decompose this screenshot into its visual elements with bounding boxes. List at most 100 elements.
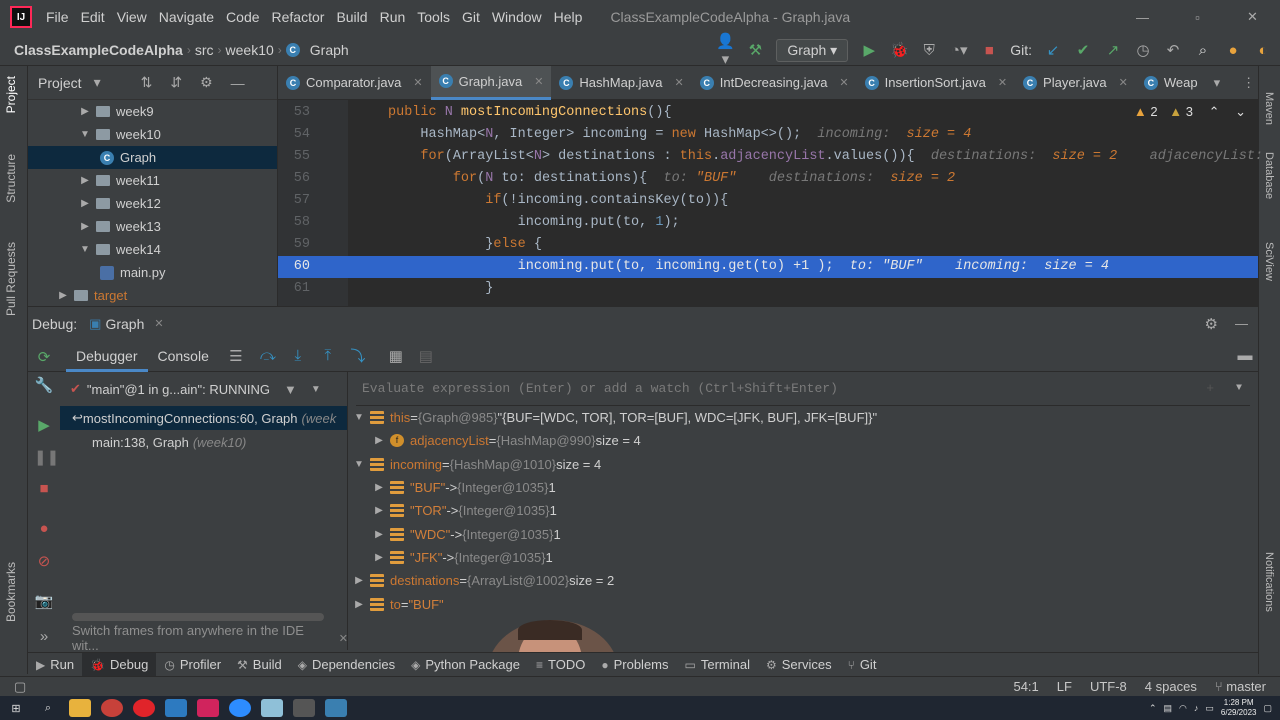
- gear-icon[interactable]: ⚙: [1205, 315, 1218, 333]
- tab-intdecreasing-java[interactable]: C IntDecreasing.java ✕: [692, 66, 857, 100]
- tree-item-week9[interactable]: ▶ week9: [28, 100, 277, 123]
- mute-breakpoints-icon[interactable]: ⊘: [34, 552, 54, 572]
- more-icon[interactable]: »: [34, 628, 54, 648]
- tool-tab-pull-requests[interactable]: Pull Requests: [4, 242, 18, 316]
- close-icon[interactable]: ✕: [675, 76, 684, 89]
- code-line[interactable]: 58 incoming.put(to, 1);: [278, 212, 1258, 234]
- layout-icon[interactable]: ▬: [1236, 347, 1254, 364]
- close-icon[interactable]: ✕: [1119, 76, 1128, 89]
- chevron-right-icon[interactable]: ▶: [368, 505, 390, 516]
- tab-hashmap-java[interactable]: C HashMap.java ✕: [551, 66, 691, 100]
- variable-row[interactable]: ▶ destinations = {ArrayList@1002} size = …: [348, 569, 1258, 592]
- previous-highlight-icon[interactable]: ⌃: [1209, 104, 1220, 119]
- tree-item-week10[interactable]: ▼ week10: [28, 123, 277, 146]
- menu-run[interactable]: Run: [374, 9, 412, 25]
- close-icon[interactable]: ✕: [839, 76, 848, 89]
- hammer-build-icon[interactable]: ⚒: [746, 41, 764, 59]
- tab-player-java[interactable]: C Player.java ✕: [1015, 66, 1136, 100]
- tab-graph-java[interactable]: C Graph.java ✕: [430, 65, 552, 100]
- breadcrumb-week10[interactable]: week10: [222, 42, 278, 58]
- add-watch-icon[interactable]: +: [1206, 381, 1214, 396]
- chevron-right-icon[interactable]: ▶: [368, 435, 390, 446]
- tree-item-week14[interactable]: ▼ week14: [28, 238, 277, 261]
- code-line[interactable]: 54 HashMap<N, Integer> incoming = new Ha…: [278, 124, 1258, 146]
- menu-navigate[interactable]: Navigate: [153, 9, 220, 25]
- chevron-right-icon[interactable]: ▶: [348, 575, 370, 586]
- tool-tab-database[interactable]: Database: [1263, 152, 1275, 199]
- show-execution-point-icon[interactable]: ⤼: [259, 347, 277, 364]
- chevron-right-icon[interactable]: ▶: [78, 175, 92, 186]
- tool-tab-terminal[interactable]: ▭ Terminal: [677, 653, 758, 677]
- expand-all-icon[interactable]: ⇅: [141, 74, 153, 91]
- git-commit-icon[interactable]: ✔: [1074, 41, 1092, 59]
- chevron-down-icon[interactable]: ▼: [78, 129, 92, 140]
- chevron-right-icon[interactable]: ▶: [348, 599, 370, 610]
- jetbrains-ai-icon[interactable]: ◐: [1254, 42, 1272, 59]
- tool-tab-project[interactable]: Project: [4, 76, 18, 113]
- close-icon[interactable]: ✕: [154, 317, 163, 330]
- resume-icon[interactable]: ▶: [34, 416, 54, 436]
- breadcrumb-src[interactable]: src: [191, 42, 218, 58]
- user-icon[interactable]: 👤▾: [716, 32, 735, 68]
- run-to-cursor-icon[interactable]: ⤵: [349, 345, 367, 366]
- filter-icon[interactable]: ▼: [284, 382, 297, 397]
- menu-refactor[interactable]: Refactor: [266, 9, 331, 25]
- tool-tab-dependencies[interactable]: ◈ Dependencies: [290, 653, 403, 677]
- tab-insertionsort-java[interactable]: C InsertionSort.java ✕: [857, 66, 1015, 100]
- layout-toggle-icon[interactable]: ▢: [14, 679, 26, 695]
- caret-position[interactable]: 54:1: [1013, 679, 1038, 694]
- tool-tab-sciview[interactable]: SciView: [1263, 242, 1275, 281]
- tool-tab-structure[interactable]: Structure: [4, 154, 18, 203]
- code-line[interactable]: 53 public N mostIncomingConnections(){: [278, 102, 1258, 124]
- menu-build[interactable]: Build: [330, 9, 373, 25]
- wifi-icon[interactable]: ◠: [1179, 703, 1187, 714]
- tool-tab-debug[interactable]: 🐞 Debug: [82, 652, 157, 677]
- volume-icon[interactable]: ♪: [1194, 703, 1199, 713]
- app-icon[interactable]: [293, 699, 315, 717]
- chevron-down-icon[interactable]: ▼: [348, 459, 370, 470]
- project-title[interactable]: Project: [38, 75, 82, 91]
- breadcrumb-project[interactable]: ClassExampleCodeAlpha: [10, 42, 187, 58]
- tool-tab-maven[interactable]: Maven: [1263, 92, 1275, 125]
- inspection-widget[interactable]: ▲ 2 ▲ 3 ⌃ ⌄: [1134, 104, 1246, 120]
- file-explorer-icon[interactable]: [69, 699, 91, 717]
- tree-item-week12[interactable]: ▶ week12: [28, 192, 277, 215]
- update-icon[interactable]: ●: [1224, 42, 1242, 59]
- camera-icon[interactable]: 📷: [34, 592, 54, 612]
- code-line[interactable]: 60 incoming.put(to, incoming.get(to) +1 …: [278, 256, 1258, 278]
- hide-icon[interactable]: —: [231, 75, 245, 91]
- chevron-right-icon[interactable]: ▶: [78, 106, 92, 117]
- profile-icon[interactable]: ◔▾: [950, 41, 968, 59]
- chevron-right-icon[interactable]: ▶: [368, 552, 390, 563]
- menu-edit[interactable]: Edit: [75, 9, 111, 25]
- step-out-icon[interactable]: ⤒: [319, 347, 337, 364]
- git-push-icon[interactable]: ↗: [1104, 41, 1122, 59]
- file-encoding[interactable]: UTF-8: [1090, 679, 1127, 694]
- close-icon[interactable]: ✕: [339, 632, 348, 645]
- chevron-down-icon[interactable]: ▼: [348, 412, 370, 423]
- frames-scrollbar[interactable]: [72, 613, 324, 621]
- tab-console[interactable]: Console: [148, 340, 219, 372]
- menu-view[interactable]: View: [111, 9, 153, 25]
- thread-selector[interactable]: ✔ "main"@1 in g...ain": RUNNING ▼ ▼: [60, 372, 347, 406]
- stack-frame[interactable]: main:138, Graph (week10): [60, 430, 347, 454]
- chrome-icon[interactable]: [101, 699, 123, 717]
- chevron-down-icon[interactable]: ▼: [311, 384, 321, 395]
- pause-icon[interactable]: ❚❚: [34, 448, 59, 468]
- menu-help[interactable]: Help: [548, 9, 589, 25]
- close-icon[interactable]: ✕: [534, 75, 543, 88]
- chevron-down-icon[interactable]: ▼: [78, 244, 92, 255]
- chevron-right-icon[interactable]: ▶: [368, 482, 390, 493]
- variable-row[interactable]: ▶ "TOR" -> {Integer@1035} 1: [348, 499, 1258, 522]
- close-icon[interactable]: ✕: [413, 76, 422, 89]
- menu-tools[interactable]: Tools: [411, 9, 456, 25]
- debug-icon[interactable]: 🐞: [890, 41, 909, 59]
- tool-tab-build[interactable]: ⚒ Build: [229, 653, 290, 677]
- tool-tab-notifications[interactable]: Notifications: [1263, 552, 1275, 612]
- debug-session-tab[interactable]: Graph: [105, 316, 144, 332]
- chevron-down-icon[interactable]: ▾: [94, 74, 101, 91]
- tab-list-chevron-icon[interactable]: ▾: [1214, 75, 1221, 91]
- trace-icon[interactable]: ▤: [417, 347, 435, 365]
- chevron-up-icon[interactable]: ⌃: [1149, 703, 1157, 714]
- wrench-icon[interactable]: 🔧: [34, 376, 54, 396]
